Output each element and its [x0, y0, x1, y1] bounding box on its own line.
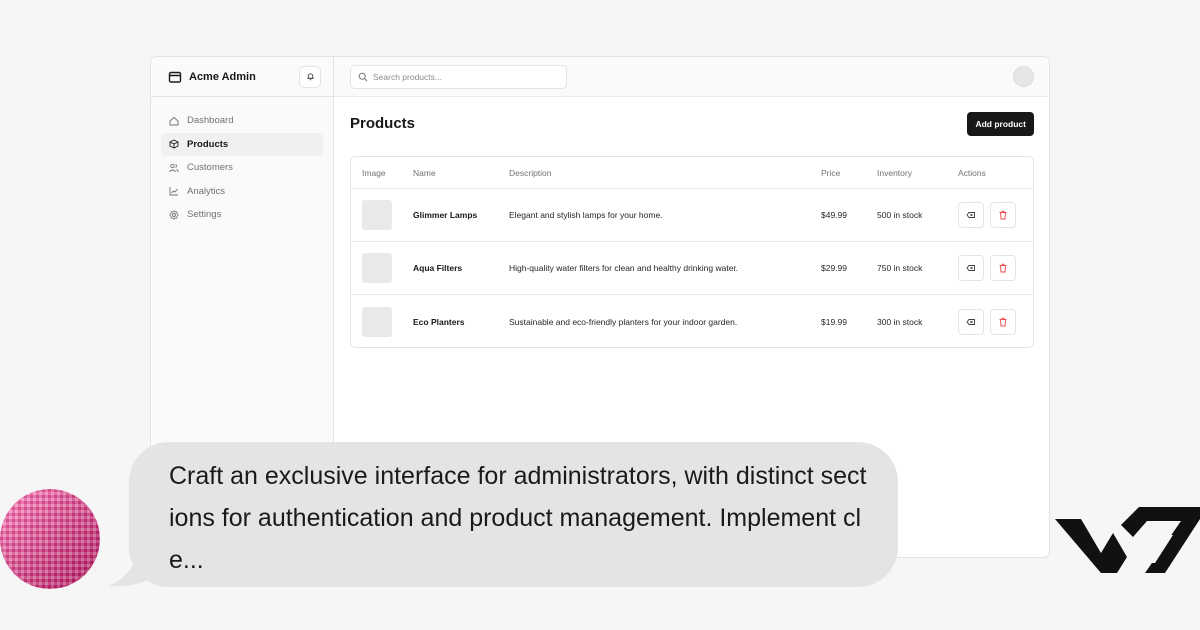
product-name: Glimmer Lamps	[413, 210, 478, 220]
sidebar-item-settings[interactable]: Settings	[161, 203, 323, 226]
delete-button[interactable]	[990, 202, 1016, 228]
notifications-button[interactable]	[299, 65, 321, 88]
product-image-placeholder	[362, 306, 392, 337]
store-icon	[168, 70, 182, 84]
chart-icon	[169, 186, 179, 196]
sidebar-item-label: Products	[187, 138, 229, 150]
products-table: Image Name Description Price Inventory A…	[350, 156, 1034, 348]
edit-button[interactable]	[958, 308, 984, 335]
column-header-actions: Actions	[958, 167, 986, 178]
delete-button[interactable]	[990, 255, 1016, 281]
page-title: Products	[350, 115, 416, 132]
sidebar-item-dashboard[interactable]: Dashboard	[161, 109, 323, 132]
sidebar-item-label: Dashboard	[187, 115, 234, 126]
product-price: $19.99	[821, 316, 847, 327]
product-price: $49.99	[821, 210, 847, 220]
sidebar-item-analytics[interactable]: Analytics	[161, 180, 323, 203]
package-icon	[169, 139, 179, 149]
product-name: Eco Planters	[413, 316, 465, 327]
column-header-description: Description	[509, 167, 552, 178]
sidebar-item-label: Analytics	[187, 185, 226, 197]
product-name: Aqua Filters	[413, 263, 463, 273]
product-inventory: 300 in stock	[877, 316, 923, 327]
trash-icon	[999, 317, 1007, 326]
product-description: High-quality water filters for clean and…	[509, 263, 739, 273]
table-row: Aqua Filters High-quality water filters …	[351, 242, 1033, 295]
gear-icon	[169, 209, 179, 220]
delete-button[interactable]	[990, 308, 1016, 335]
chat-message-bubble: Craft an exclusive interface for adminis…	[129, 442, 898, 587]
user-avatar-icon	[0, 489, 100, 589]
column-header-name: Name	[413, 167, 436, 178]
tag-icon	[966, 212, 975, 218]
column-header-price: Price	[821, 167, 841, 178]
add-product-button[interactable]: Add product	[967, 112, 1034, 136]
search-input[interactable]	[373, 71, 553, 82]
user-avatar-button[interactable]	[1013, 66, 1034, 87]
table-header-row: Image Name Description Price Inventory A…	[351, 157, 1033, 189]
trash-icon	[999, 210, 1007, 220]
brand-name: Acme Admin	[189, 70, 256, 83]
product-inventory: 500 in stock	[877, 210, 923, 220]
sidebar-item-label: Customers	[187, 162, 233, 173]
topbar	[334, 57, 1049, 97]
product-image-placeholder	[362, 253, 392, 283]
table-row: Eco Planters Sustainable and eco-friendl…	[351, 295, 1033, 347]
product-description: Sustainable and eco-friendly planters fo…	[509, 316, 738, 327]
edit-button[interactable]	[958, 202, 984, 228]
product-inventory: 750 in stock	[877, 263, 923, 273]
column-header-inventory: Inventory	[877, 167, 912, 178]
tag-icon	[966, 265, 975, 271]
sidebar-nav: Dashboard Products Customers Analytics S…	[151, 97, 333, 239]
search-box[interactable]	[350, 64, 567, 89]
brand-header: Acme Admin	[151, 57, 333, 97]
table-row: Glimmer Lamps Elegant and stylish lamps …	[351, 189, 1033, 242]
product-image-placeholder	[362, 200, 392, 230]
sidebar-item-label: Settings	[187, 209, 222, 220]
tag-icon	[966, 318, 975, 325]
sidebar-item-customers[interactable]: Customers	[161, 156, 323, 179]
sidebar-item-products[interactable]: Products	[161, 132, 323, 156]
users-icon	[169, 163, 179, 173]
bell-icon	[306, 73, 314, 81]
column-header-image: Image	[362, 167, 386, 178]
product-price: $29.99	[821, 263, 847, 273]
home-icon	[169, 116, 179, 126]
chat-message-text: Craft an exclusive interface for adminis…	[169, 462, 867, 574]
edit-button[interactable]	[958, 255, 984, 281]
trash-icon	[999, 263, 1007, 273]
search-icon	[358, 72, 368, 82]
product-description: Elegant and stylish lamps for your home.	[509, 210, 663, 220]
brand-logo-icon	[1055, 507, 1200, 573]
